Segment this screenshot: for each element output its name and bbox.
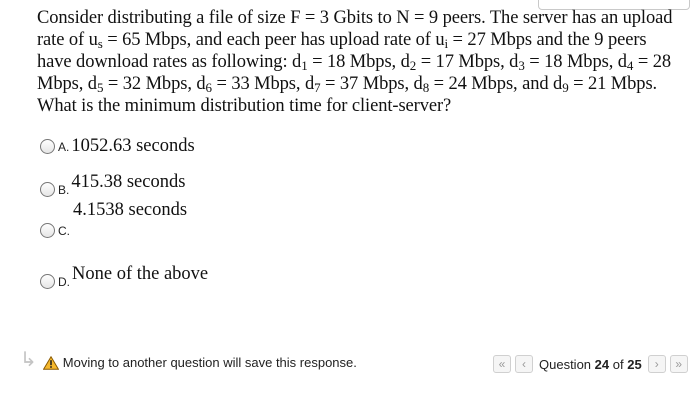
question-text: Consider distributing a file of size F =… [37,8,673,116]
option-a[interactable]: A. 1052.63 seconds [40,136,195,157]
chevron-right-icon: › [654,357,659,371]
previous-question-button[interactable]: ‹ [515,355,533,373]
question-navigator: « ‹ Question 24 of 25 › » [493,355,688,373]
first-question-button[interactable]: « [493,355,511,373]
double-chevron-left-icon: « [498,357,506,371]
option-d[interactable]: D. None of the above [40,260,208,289]
warning-icon [42,355,59,370]
option-a-radio[interactable] [40,139,55,154]
option-d-radio[interactable] [40,274,55,289]
option-b-text: 415.38 seconds [71,172,186,192]
chevron-left-icon: ‹ [522,357,526,371]
option-b-letter: B. [58,182,70,197]
next-question-button[interactable]: › [647,355,666,373]
option-a-letter: A. [58,139,70,154]
option-a-text: 1052.63 seconds [71,136,195,156]
double-chevron-right-icon: » [675,357,683,371]
option-c-text: 4.1538 seconds [73,200,188,220]
turn-arrow-icon: ↳ [20,349,37,371]
option-b[interactable]: B. 415.38 seconds [40,168,185,197]
option-c-letter: C. [58,223,70,238]
question-counter: Question 24 of 25 [539,356,642,372]
option-c-radio[interactable] [40,223,55,238]
last-question-button[interactable]: » [669,355,688,373]
save-notice-text: Moving to another question will save thi… [62,355,357,370]
option-d-text: None of the above [72,264,209,284]
option-d-letter: D. [58,274,70,289]
save-notice: ↳ Moving to another question will save t… [20,349,357,375]
option-b-radio[interactable] [40,182,55,197]
